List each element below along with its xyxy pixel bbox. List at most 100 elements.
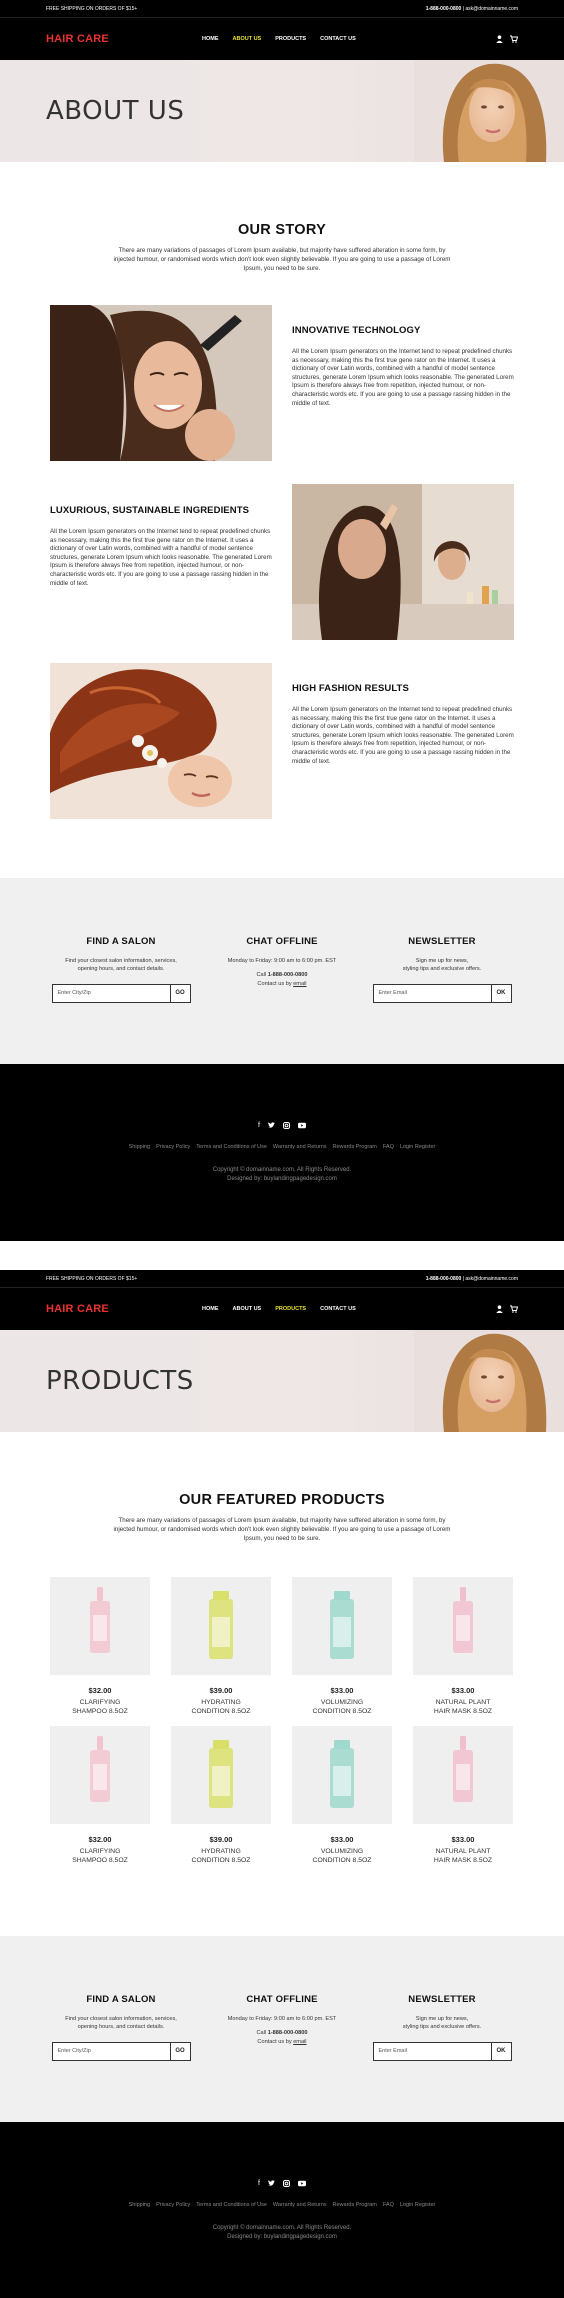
footer-link-faq[interactable]: FAQ <box>383 2202 394 2208</box>
nav-bar: HAIR CARE HOME ABOUT US PRODUCTS CONTACT… <box>0 17 564 60</box>
footer-link-shipping[interactable]: Shipping <box>129 2202 150 2208</box>
chat-email-link[interactable]: email <box>293 2039 306 2045</box>
footer-link-shipping[interactable]: Shipping <box>129 1144 150 1150</box>
product-image[interactable] <box>171 1577 271 1675</box>
copyright-text: Copyright © domainname.com. All Rights R… <box>212 2225 352 2231</box>
product-image[interactable] <box>50 1577 150 1675</box>
nav-about-us[interactable]: ABOUT US <box>233 1306 262 1312</box>
product-name[interactable]: VOLUMIZING CONDITION 8.5OZ <box>292 1848 392 1865</box>
find-salon-text1: Find your closest salon information, ser… <box>65 2016 177 2022</box>
chat-offline: CHAT OFFLINE Monday to Friday: 9:00 am t… <box>197 1994 367 2046</box>
nav-home[interactable]: HOME <box>202 1306 219 1312</box>
product-card[interactable]: $39.00 HYDRATING CONDITION 8.5OZ <box>171 1577 271 1716</box>
footer-link-login[interactable]: Login Register <box>400 2202 435 2208</box>
nav-bar: HAIR CARE HOME ABOUT US PRODUCTS CONTACT… <box>0 1287 564 1330</box>
twitter-icon[interactable] <box>267 2180 275 2187</box>
about-hero: ABOUT US <box>0 60 564 162</box>
nav-home[interactable]: HOME <box>202 36 219 42</box>
hero-model-image <box>414 60 564 162</box>
product-bottle-icon <box>209 1740 233 1809</box>
product-name[interactable]: NATURAL PLANT HAIR MASK 8.5OZ <box>413 1699 513 1716</box>
salon-zip-input[interactable]: Enter City/Zip <box>51 2041 171 2061</box>
newsletter-ok-button[interactable]: OK <box>491 983 512 1003</box>
chat-hours: Monday to Friday: 9:00 am to 6:00 pm. ES… <box>227 958 337 964</box>
footer-link-privacy[interactable]: Privacy Policy <box>156 2202 190 2208</box>
designed-by[interactable]: Designed by: buylandingpagedesign.com <box>0 2233 564 2242</box>
product-price: $32.00 <box>88 1686 112 1695</box>
chat-phone[interactable]: 1-888-000-0800 <box>268 972 308 978</box>
top-phone[interactable]: 1-888-000-0800 <box>426 1276 462 1282</box>
cart-icon[interactable] <box>510 35 518 43</box>
product-image[interactable] <box>413 1577 513 1675</box>
logo[interactable]: HAIR CARE <box>46 33 202 45</box>
product-bottle-icon <box>90 1587 110 1653</box>
footer-link-rewards[interactable]: Rewards Program <box>333 1144 377 1150</box>
footer-link-faq[interactable]: FAQ <box>383 1144 394 1150</box>
top-email[interactable]: ask@domainname.com <box>465 6 518 12</box>
footer-link-warranty[interactable]: Warranty and Returns <box>273 1144 327 1150</box>
product-card[interactable]: $33.00 NATURAL PLANT HAIR MASK 8.5OZ <box>413 1577 513 1716</box>
product-card[interactable]: $33.00 VOLUMIZING CONDITION 8.5OZ <box>292 1726 392 1865</box>
product-card[interactable]: $39.00 HYDRATING CONDITION 8.5OZ <box>171 1726 271 1865</box>
feature-title: LUXURIOUS, SUSTAINABLE INGREDIENTS <box>50 505 250 516</box>
find-salon-title: FIND A SALON <box>86 1994 156 2005</box>
story-intro: There are many variations of passages of… <box>113 247 451 272</box>
salon-zip-input[interactable]: Enter City/Zip <box>51 983 171 1003</box>
find-salon-text1: Find your closest salon information, ser… <box>65 958 177 964</box>
product-name[interactable]: CLARIFYING SHAMPOO 8.5OZ <box>50 1699 150 1716</box>
logo[interactable]: HAIR CARE <box>46 1303 202 1315</box>
product-image[interactable] <box>50 1726 150 1825</box>
chat-phone[interactable]: 1-888-000-0800 <box>268 2030 308 2036</box>
footer-link-warranty[interactable]: Warranty and Returns <box>273 2202 327 2208</box>
product-bottle-icon <box>90 1736 110 1803</box>
nav-contact-us[interactable]: CONTACT US <box>320 36 356 42</box>
footer-link-login[interactable]: Login Register <box>400 1144 435 1150</box>
product-name[interactable]: HYDRATING CONDITION 8.5OZ <box>171 1699 271 1716</box>
newsletter-ok-button[interactable]: OK <box>491 2041 512 2061</box>
user-icon[interactable] <box>496 35 503 43</box>
chat-offline: CHAT OFFLINE Monday to Friday: 9:00 am t… <box>197 936 367 988</box>
product-image[interactable] <box>292 1726 392 1825</box>
youtube-icon[interactable] <box>297 1122 306 1129</box>
product-name[interactable]: VOLUMIZING CONDITION 8.5OZ <box>292 1699 392 1716</box>
chat-email-link[interactable]: email <box>293 981 306 987</box>
chat-contact: Contact us by email <box>257 980 307 987</box>
top-email[interactable]: ask@domainname.com <box>465 1276 518 1282</box>
nav-products[interactable]: PRODUCTS <box>275 1306 306 1312</box>
instagram-icon[interactable] <box>282 1122 290 1129</box>
nav-contact-us[interactable]: CONTACT US <box>320 1306 356 1312</box>
newsletter-email-input[interactable]: Enter Email <box>372 983 492 1003</box>
footer-link-rewards[interactable]: Rewards Program <box>333 2202 377 2208</box>
designed-by[interactable]: Designed by: buylandingpagedesign.com <box>0 1175 564 1184</box>
product-card[interactable]: $33.00 VOLUMIZING CONDITION 8.5OZ <box>292 1577 392 1716</box>
newsletter-email-input[interactable]: Enter Email <box>372 2041 492 2061</box>
footer-link-terms[interactable]: Terms and Conditions of Use <box>196 1144 267 1150</box>
product-name[interactable]: NATURAL PLANT HAIR MASK 8.5OZ <box>413 1848 513 1865</box>
footer-link-terms[interactable]: Terms and Conditions of Use <box>196 2202 267 2208</box>
product-image[interactable] <box>292 1577 392 1675</box>
nav-products[interactable]: PRODUCTS <box>275 36 306 42</box>
product-image[interactable] <box>413 1726 513 1825</box>
newsletter-text1: Sign me up for news, <box>415 958 469 964</box>
featured-section: OUR FEATURED PRODUCTS There are many var… <box>0 1432 564 1543</box>
top-phone[interactable]: 1-888-000-0800 <box>426 6 462 12</box>
product-name[interactable]: HYDRATING CONDITION 8.5OZ <box>171 1848 271 1865</box>
product-card[interactable]: $33.00 NATURAL PLANT HAIR MASK 8.5OZ <box>413 1726 513 1865</box>
youtube-icon[interactable] <box>297 2180 306 2187</box>
salon-go-button[interactable]: GO <box>170 2041 191 2061</box>
salon-go-button[interactable]: GO <box>170 983 191 1003</box>
facebook-icon[interactable]: f <box>258 1122 260 1129</box>
facebook-icon[interactable]: f <box>258 2180 260 2187</box>
nav-about-us[interactable]: ABOUT US <box>233 36 262 42</box>
footer-links: Shipping Privacy Policy Terms and Condit… <box>0 2202 564 2208</box>
product-card[interactable]: $32.00 CLARIFYING SHAMPOO 8.5OZ <box>50 1577 150 1716</box>
user-icon[interactable] <box>496 1305 503 1313</box>
product-card[interactable]: $32.00 CLARIFYING SHAMPOO 8.5OZ <box>50 1726 150 1865</box>
newsletter-text2: styling tips and exclusive offers. <box>402 2024 482 2031</box>
product-image[interactable] <box>171 1726 271 1825</box>
instagram-icon[interactable] <box>282 2180 290 2187</box>
footer-link-privacy[interactable]: Privacy Policy <box>156 1144 190 1150</box>
twitter-icon[interactable] <box>267 1122 275 1129</box>
cart-icon[interactable] <box>510 1305 518 1313</box>
product-name[interactable]: CLARIFYING SHAMPOO 8.5OZ <box>50 1848 150 1865</box>
